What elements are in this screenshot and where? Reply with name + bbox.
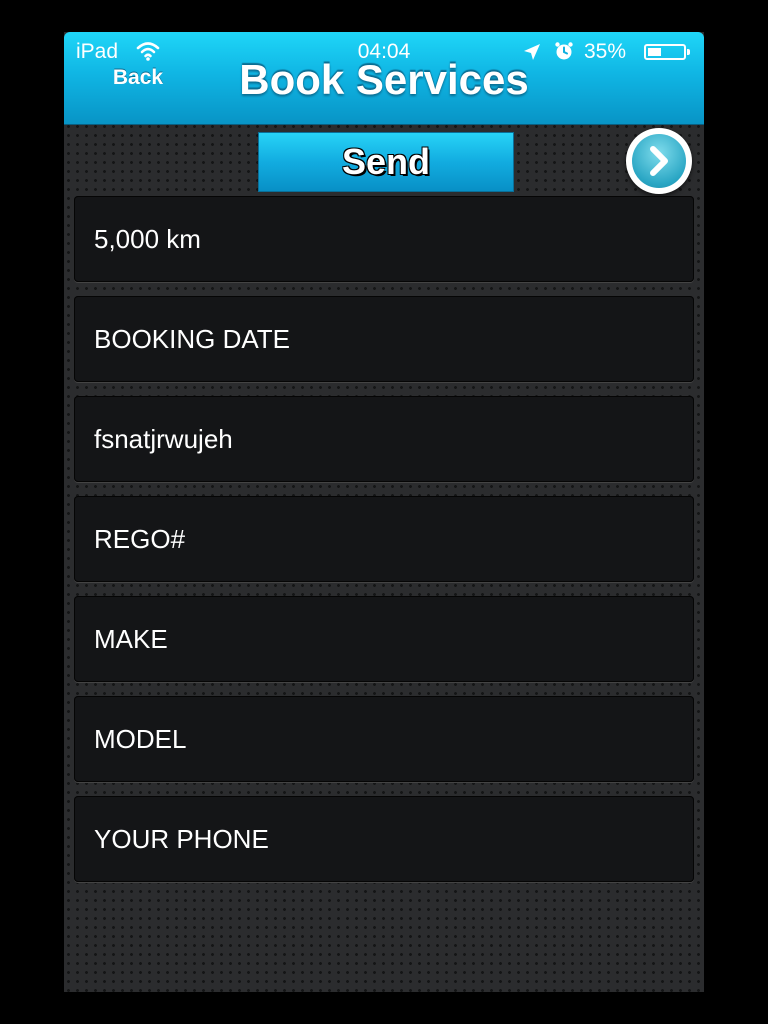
nav-bar: iPad 04:04 35% Back Book Services [64,32,704,124]
name-field[interactable]: fsnatjrwujeh [74,396,694,482]
battery-tip [687,49,690,55]
mileage-field[interactable]: 5,000 km [74,196,694,282]
next-button-face [632,134,686,188]
chevron-right-icon [650,146,668,176]
send-button[interactable]: Send [258,132,514,192]
make-field[interactable]: MAKE [74,596,694,682]
model-field[interactable]: MODEL [74,696,694,782]
booking-date-field[interactable]: BOOKING DATE [74,296,694,382]
app-screen: iPad 04:04 35% Back Book Services Send 5… [64,32,704,992]
rego-field[interactable]: REGO# [74,496,694,582]
next-button[interactable] [626,128,692,194]
battery-level-fill [648,48,662,56]
phone-field[interactable]: YOUR PHONE [74,796,694,882]
page-title: Book Services [239,56,529,103]
